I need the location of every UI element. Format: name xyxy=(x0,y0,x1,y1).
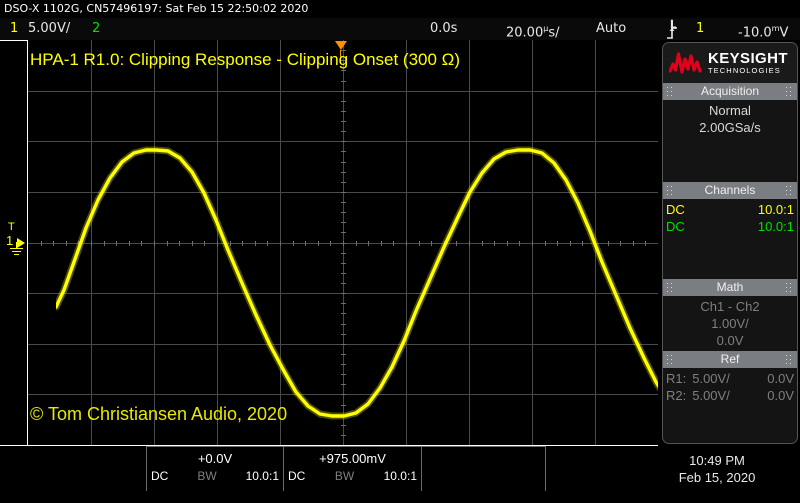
ref-2-row[interactable]: R2: 5.00V/ 0.0V xyxy=(663,387,797,404)
window-title-bar: DSO-X 1102G, CN57496197: Sat Feb 15 22:5… xyxy=(0,0,800,18)
math-body: Ch1 - Ch2 1.00V/ 0.0V xyxy=(663,296,797,351)
math-expression: Ch1 - Ch2 xyxy=(700,299,760,314)
clock-display: 10:49 PM Feb 15, 2020 xyxy=(642,452,792,486)
channel-2-row[interactable]: DC 10.0:1 xyxy=(663,218,797,235)
math-offset: 0.0V xyxy=(716,333,744,348)
ref-1-offset: 0.0V xyxy=(767,371,794,386)
measurement-2-bandwidth: BW xyxy=(334,469,355,483)
measurement-2-value: +975.00mV xyxy=(319,451,386,466)
time-scale-suffix: s/ xyxy=(548,25,560,41)
keysight-wave-icon xyxy=(669,52,702,74)
measurement-1-probe: 10.0:1 xyxy=(245,469,279,483)
acquisition-body: Normal 2.00GSa/s xyxy=(663,100,797,138)
channels-title: Channels xyxy=(704,183,756,197)
brand-tagline: TECHNOLOGIES xyxy=(708,66,781,76)
measurement-1-bandwidth: BW xyxy=(197,469,217,483)
trigger-position-marker-icon[interactable] xyxy=(335,41,347,50)
acquisition-spacer xyxy=(663,138,797,182)
axis-tick-x xyxy=(53,241,54,246)
channels-body: DC 10.0:1 DC 10.0:1 xyxy=(663,199,797,237)
bottom-status-bar: +0.0V DC BW 10.0:1 +975.00mV DC BW 10.0:… xyxy=(0,446,800,503)
current-date: Feb 15, 2020 xyxy=(678,470,756,485)
ref-title: Ref xyxy=(720,352,740,366)
ref-body: R1: 5.00V/ 0.0V R2: 5.00V/ 0.0V xyxy=(663,368,797,406)
measurement-channel-2[interactable]: +975.00mV DC BW 10.0:1 xyxy=(284,447,422,491)
trigger-level-marker-label: T xyxy=(8,221,15,233)
trigger-edge-icon[interactable] xyxy=(666,22,678,44)
measurement-1-value: +0.0V xyxy=(197,451,233,466)
section-header-channels[interactable]: Channels xyxy=(663,182,797,199)
channel-1-probe-ratio: 10.0:1 xyxy=(757,202,794,217)
measurement-1-details: DC BW 10.0:1 xyxy=(147,469,283,484)
channel-2-probe-ratio: 10.0:1 xyxy=(757,219,794,234)
time-scale-value: 20.00 xyxy=(506,25,544,41)
section-header-ref[interactable]: Ref xyxy=(663,351,797,368)
acquisition-sample-rate: 2.00GSa/s xyxy=(699,120,761,135)
math-title: Math xyxy=(716,280,744,294)
axis-tick-x xyxy=(41,241,42,246)
channel-1-row[interactable]: DC 10.0:1 xyxy=(663,201,797,218)
channel-1-waveform xyxy=(56,146,658,420)
math-scale: 1.00V/ xyxy=(711,316,749,331)
ref-2-label: R2: xyxy=(666,388,687,403)
measurement-2-details: DC BW 10.0:1 xyxy=(284,469,421,484)
trigger-level[interactable]: -10.0mV xyxy=(738,18,788,40)
axis-tick-y xyxy=(341,70,346,71)
channels-spacer xyxy=(663,237,797,279)
trigger-level-suffix: V xyxy=(779,25,789,41)
display-title: HPA-1 R1.0: Clipping Response - Clipping… xyxy=(30,50,461,69)
measurement-2-probe: 10.0:1 xyxy=(383,469,417,483)
keysight-logo: KEYSIGHT TECHNOLOGIES xyxy=(663,43,797,83)
ref-1-row[interactable]: R1: 5.00V/ 0.0V xyxy=(663,370,797,387)
scope-toolbar: 1 5.00V/ 2 0.0s 20.00µs/ Auto ┗ 1 -10.0m… xyxy=(0,18,800,40)
channel-1-coupling: DC xyxy=(666,202,685,217)
ref-1-scale: 5.00V/ xyxy=(692,371,730,386)
section-header-math[interactable]: Math xyxy=(663,279,797,296)
grip-dots-right-icon xyxy=(786,283,793,292)
grip-dots-left-icon xyxy=(667,87,674,96)
grip-dots-right-icon xyxy=(786,355,793,364)
time-delay[interactable]: 0.0s xyxy=(430,18,457,40)
measurement-channel-1[interactable]: +0.0V DC BW 10.0:1 xyxy=(146,447,284,491)
measurement-empty-slot[interactable] xyxy=(422,447,546,491)
trigger-mode[interactable]: Auto xyxy=(596,18,626,40)
waveform-graticule[interactable] xyxy=(28,40,658,445)
channel-1-offset-arrow-icon[interactable] xyxy=(17,238,25,248)
instrument-info: DSO-X 1102G, CN57496197: Sat Feb 15 22:5… xyxy=(4,2,309,15)
acquisition-mode: Normal xyxy=(709,103,751,118)
grip-dots-right-icon xyxy=(786,186,793,195)
grip-dots-left-icon xyxy=(667,283,674,292)
section-header-acquisition[interactable]: Acquisition xyxy=(663,83,797,100)
current-time: 10:49 PM xyxy=(689,453,745,468)
ground-reference-icon xyxy=(10,242,23,257)
channel-1-ground-label[interactable]: 1 xyxy=(6,234,13,247)
channel-1-indicator[interactable]: 1 xyxy=(10,18,18,40)
channel-2-indicator[interactable]: 2 xyxy=(92,18,100,40)
trigger-source[interactable]: 1 xyxy=(696,18,704,40)
grip-dots-right-icon xyxy=(786,87,793,96)
ref-1-label: R1: xyxy=(666,371,687,386)
copyright-watermark: © Tom Christiansen Audio, 2020 xyxy=(30,404,288,424)
trigger-level-value: -10.0 xyxy=(738,25,772,41)
grip-dots-left-icon xyxy=(667,186,674,195)
measurement-2-coupling: DC xyxy=(288,469,306,483)
time-scale[interactable]: 20.00µs/ xyxy=(506,18,559,40)
trigger-position-stem xyxy=(340,50,341,57)
grip-dots-left-icon xyxy=(667,355,674,364)
ref-2-offset: 0.0V xyxy=(767,388,794,403)
measurement-panel: +0.0V DC BW 10.0:1 +975.00mV DC BW 10.0:… xyxy=(146,446,546,491)
acquisition-title: Acquisition xyxy=(700,84,760,98)
channel-1-scale[interactable]: 5.00V/ xyxy=(28,18,70,40)
channel-2-coupling: DC xyxy=(666,219,685,234)
measurement-1-coupling: DC xyxy=(151,469,169,483)
brand-name: KEYSIGHT xyxy=(708,50,788,68)
right-sidebar: KEYSIGHT TECHNOLOGIES Acquisition Normal… xyxy=(662,42,798,444)
ref-2-scale: 5.00V/ xyxy=(692,388,730,403)
